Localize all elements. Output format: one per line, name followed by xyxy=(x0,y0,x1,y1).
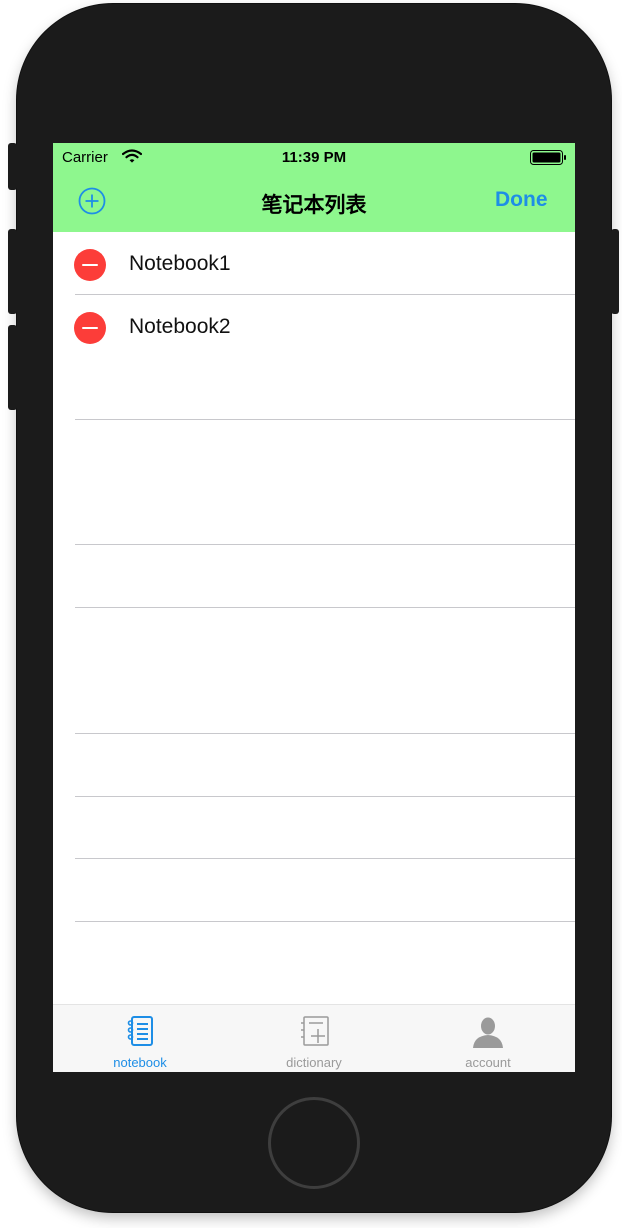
done-button[interactable]: Done xyxy=(495,188,548,212)
notebook-name: Notebook2 xyxy=(129,315,231,338)
tab-dictionary[interactable]: dictionary xyxy=(227,1005,401,1072)
notebook-icon xyxy=(123,1014,157,1048)
row-separator xyxy=(75,544,575,545)
row-separator xyxy=(75,419,575,420)
list-item[interactable]: Notebook2 xyxy=(53,295,575,357)
tab-notebook[interactable]: notebook xyxy=(53,1005,227,1072)
delete-icon[interactable] xyxy=(74,312,106,344)
power-button xyxy=(611,229,619,314)
tab-label: account xyxy=(465,1055,511,1070)
row-separator xyxy=(75,796,575,797)
tab-bar: notebook dictionary account xyxy=(53,1004,575,1072)
status-bar: Carrier 11:39 PM xyxy=(53,143,575,172)
row-separator xyxy=(75,607,575,608)
app-screen: Carrier 11:39 PM 笔记本列表 Done Notebook1 No… xyxy=(53,143,575,1072)
volume-down-button xyxy=(8,325,17,410)
volume-up-button xyxy=(8,229,17,314)
delete-icon[interactable] xyxy=(74,249,106,281)
tab-label: dictionary xyxy=(286,1055,342,1070)
account-icon xyxy=(471,1014,505,1048)
notebook-name: Notebook1 xyxy=(129,252,231,275)
tab-label: notebook xyxy=(113,1055,167,1070)
mute-switch xyxy=(8,143,17,190)
home-button[interactable] xyxy=(268,1097,360,1189)
row-separator xyxy=(75,733,575,734)
tab-account[interactable]: account xyxy=(401,1005,575,1072)
row-separator xyxy=(75,921,575,922)
list-item[interactable]: Notebook1 xyxy=(53,232,575,294)
row-separator xyxy=(75,858,575,859)
battery-icon xyxy=(530,150,567,170)
status-time: 11:39 PM xyxy=(281,149,347,166)
dictionary-icon xyxy=(297,1014,331,1048)
navigation-bar: 笔记本列表 Done xyxy=(53,172,575,232)
